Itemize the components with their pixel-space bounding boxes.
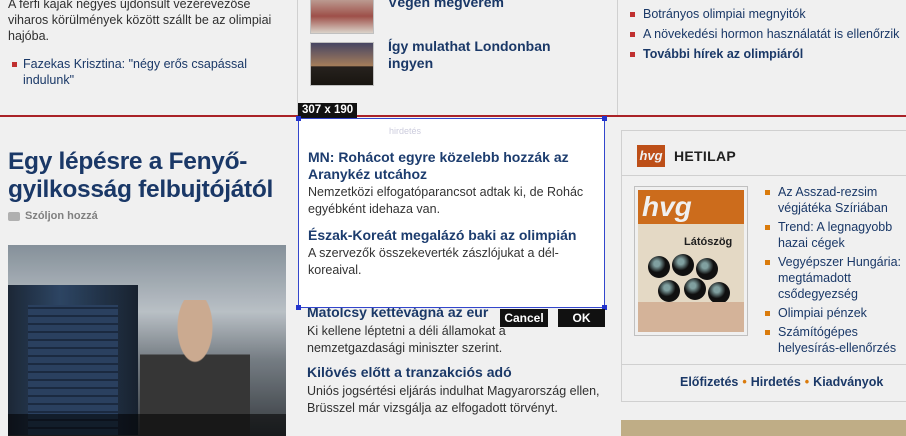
ad-label: hirdetés	[389, 126, 422, 136]
media-item-title: Végén megverem	[388, 0, 504, 10]
advertise-link[interactable]: Hirdetés	[751, 375, 801, 389]
article-title: Kilövés előtt a tranzakciós adó	[307, 364, 512, 380]
hvg-article-link[interactable]: Trend: A legnagyobb hazai cégek	[764, 219, 906, 251]
section-divider	[0, 115, 906, 117]
column-divider	[617, 0, 618, 115]
cancel-button[interactable]: Cancel	[500, 309, 548, 327]
hvg-article-link[interactable]: Számítógépes helyesírás-ellenőrzés	[764, 324, 906, 356]
article-item[interactable]: MN: Rohácot egyre közelebb hozzák az Ara…	[308, 149, 598, 218]
selection-size-label: 307 x 190	[298, 103, 358, 118]
resize-handle-ne[interactable]	[602, 116, 607, 121]
comment-link[interactable]: Szóljon hozzá	[8, 210, 98, 222]
related-link[interactable]: Fazekas Krisztina: "négy erős csapással …	[8, 56, 289, 88]
olympics-link[interactable]: A növekedési hormon használatát is ellen…	[628, 26, 906, 42]
hvg-weekly-box: hvg HETILAP hvg Látószög Az Asszad-rezsi…	[621, 130, 906, 402]
cover-face	[638, 302, 744, 332]
divider	[622, 364, 906, 365]
article-lead: Ki kellene léptetni a déli államokat a n…	[307, 324, 506, 355]
comment-icon	[8, 211, 20, 221]
olympics-link[interactable]: Botrányos olimpiai megnyitók	[628, 6, 906, 22]
publications-link[interactable]: Kiadványok	[813, 375, 883, 389]
ok-button[interactable]: OK	[558, 309, 605, 327]
article-lead: Uniós jogsértési eljárás indulhat Magyar…	[307, 384, 600, 415]
hvg-article-link[interactable]: Olimpiai pénzek	[764, 305, 906, 321]
media-item-title: Így mulathat Londonban ingyen	[388, 38, 551, 71]
photo-caption-bar	[8, 414, 286, 436]
cover-masthead: hvg	[638, 190, 744, 224]
headline-photo[interactable]	[8, 245, 286, 436]
article-title: Észak-Koreát megalázó baki az olimpián	[308, 227, 577, 243]
article-item[interactable]: Észak-Koreát megalázó baki az olimpián A…	[308, 227, 598, 279]
article-lead: A szervezők összekeverték zászlójukat a …	[308, 246, 559, 277]
top-middle-list: Végén megverem Így mulathat Londonban in…	[298, 0, 616, 115]
media-item[interactable]: Így mulathat Londonban ingyen	[310, 38, 588, 86]
hvg-footer-links: Előfizetés • Hirdetés • Kiadványok	[680, 375, 883, 389]
hvg-logo[interactable]: hvg	[637, 145, 665, 167]
subscribe-link[interactable]: Előfizetés	[680, 375, 738, 389]
resize-handle-sw[interactable]	[296, 305, 301, 310]
olympics-links: Botrányos olimpiai megnyitók A növekedés…	[628, 0, 906, 115]
divider	[622, 175, 906, 176]
more-olympics-link[interactable]: További hírek az olimpiáról	[628, 46, 906, 62]
hvg-article-list: Az Asszad-rezsim végjátéka Szíriában Tre…	[764, 184, 906, 359]
bottom-banner	[621, 420, 906, 436]
cover-title: Látószög	[684, 236, 733, 248]
hvg-article-link[interactable]: Az Asszad-rezsim végjátéka Szíriában	[764, 184, 906, 216]
lead-text: A férfi kajak négyes újdonsült vezérevez…	[8, 0, 272, 43]
hvg-article-link[interactable]: Vegyépszer Hungária: megtámadott csődegy…	[764, 254, 906, 302]
separator: •	[804, 375, 810, 389]
separator: •	[742, 375, 747, 389]
article-lead: Nemzetközi elfogatóparancsot adtak ki, d…	[308, 185, 584, 216]
comment-label: Szóljon hozzá	[25, 210, 98, 222]
main-headline[interactable]: Egy lépésre a Fenyő-gyilkosság felbujtój…	[8, 148, 293, 204]
article-title: MN: Rohácot egyre közelebb hozzák az Ara…	[308, 149, 569, 182]
thumbnail-image	[310, 42, 374, 86]
resize-handle-nw[interactable]	[296, 116, 301, 121]
selection-region[interactable]: hirdetés MN: Rohácot egyre közelebb hozz…	[298, 118, 605, 308]
hvg-section-title: HETILAP	[674, 148, 736, 164]
top-left-article: A férfi kajak négyes újdonsült vezérevez…	[0, 0, 297, 115]
thumbnail-image	[310, 0, 374, 34]
cover-image: hvg Látószög	[638, 190, 744, 332]
media-item[interactable]: Végén megverem	[310, 0, 588, 34]
article-item[interactable]: Kilövés előtt a tranzakciós adó Uniós jo…	[307, 364, 607, 417]
magazine-cover[interactable]: hvg Látószög	[634, 186, 748, 336]
